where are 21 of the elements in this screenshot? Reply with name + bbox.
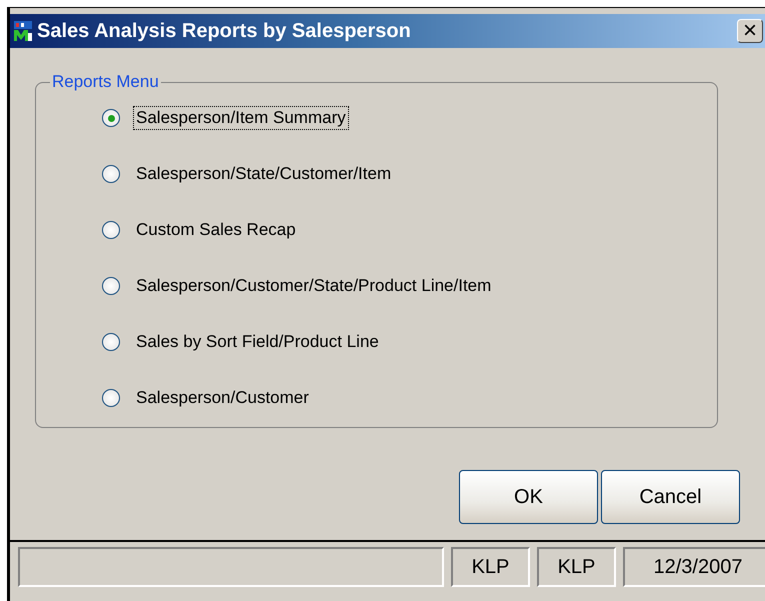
status-panel: KLP — [451, 547, 530, 587]
close-button[interactable]: × — [737, 19, 763, 43]
option-label[interactable]: Salesperson/Item Summary — [133, 106, 349, 130]
option-label[interactable]: Custom Sales Recap — [133, 218, 299, 242]
radio-button[interactable] — [102, 389, 120, 407]
option-label[interactable]: Salesperson/State/Customer/Item — [133, 162, 394, 186]
radio-button[interactable] — [102, 221, 120, 239]
radio-button[interactable] — [102, 333, 120, 351]
group-legend: Reports Menu — [50, 72, 161, 92]
ok-button[interactable]: OK — [459, 470, 598, 524]
radio-button[interactable] — [102, 109, 120, 127]
radio-button[interactable] — [102, 165, 120, 183]
status-panel: KLP — [537, 547, 616, 587]
option-label[interactable]: Salesperson/Customer/State/Product Line/Item — [133, 274, 494, 298]
window-title: Sales Analysis Reports by Salesperson — [37, 20, 412, 42]
radio-button[interactable] — [102, 277, 120, 295]
cancel-button[interactable]: Cancel — [601, 470, 740, 524]
app-icon — [13, 20, 33, 42]
option-label[interactable]: Sales by Sort Field/Product Line — [133, 330, 382, 354]
status-panel: 12/3/2007 — [623, 547, 765, 587]
option-label[interactable]: Salesperson/Customer — [133, 386, 312, 410]
